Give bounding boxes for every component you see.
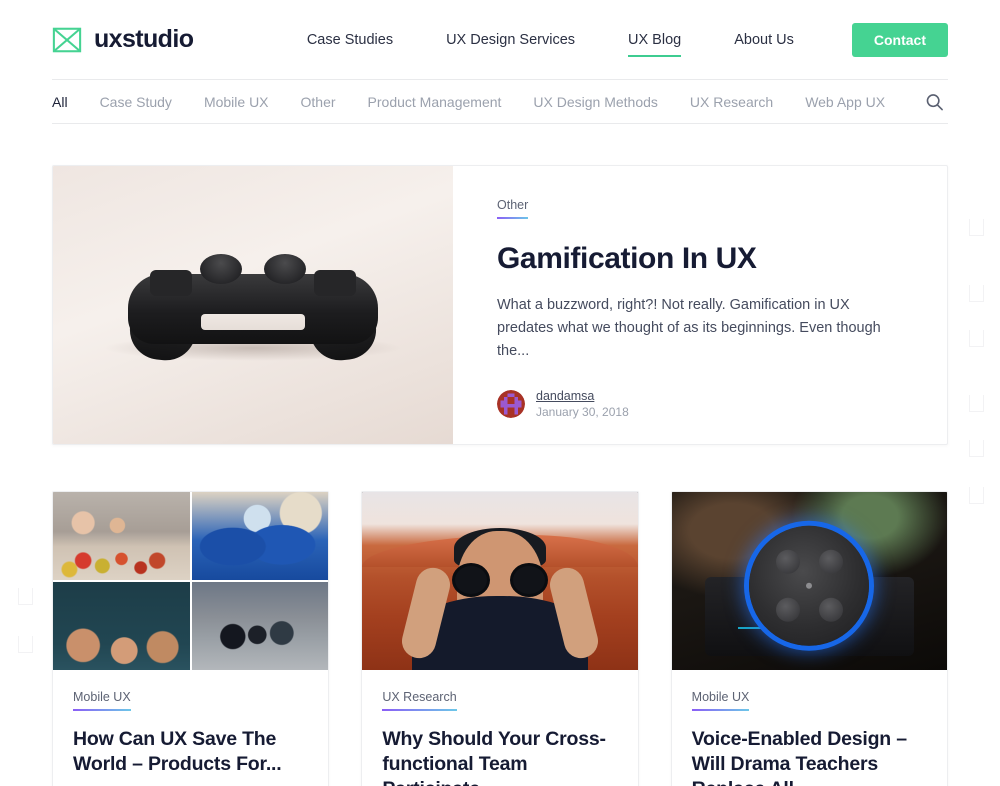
uxstudio-envelope-mark-icon xyxy=(52,27,82,52)
binoculars-illustration xyxy=(362,492,638,670)
post-title[interactable]: Voice-Enabled Design – Will Drama Teache… xyxy=(692,727,927,786)
post-image xyxy=(362,492,638,670)
nav-item-ux-blog[interactable]: UX Blog xyxy=(628,26,682,57)
game-controller-illustration xyxy=(126,248,380,364)
post-card[interactable]: Mobile UX Voice-Enabled Design – Will Dr… xyxy=(670,491,948,786)
post-body: Mobile UX How Can UX Save The World – Pr… xyxy=(53,670,328,786)
post-category-tag[interactable]: UX Research xyxy=(382,690,457,711)
search-button[interactable] xyxy=(921,88,948,115)
post-body: UX Research Why Should Your Cross-functi… xyxy=(362,670,637,786)
brand-name: uxstudio xyxy=(94,25,194,53)
post-title[interactable]: How Can UX Save The World – Products For… xyxy=(73,727,308,777)
featured-article-title[interactable]: Gamification In UX xyxy=(497,241,903,277)
nav-item-case-studies[interactable]: Case Studies xyxy=(307,26,393,54)
featured-article-byline: dandamsa January 30, 2018 xyxy=(497,388,903,421)
filter-item-all[interactable]: All xyxy=(52,94,68,110)
featured-article-image xyxy=(53,166,453,444)
avatar xyxy=(497,390,525,419)
post-image xyxy=(53,492,329,670)
brand-logo-link[interactable]: uxstudio xyxy=(52,25,194,55)
post-category-tag[interactable]: Mobile UX xyxy=(691,690,750,711)
featured-article-excerpt: What a buzzword, right?! Not really. Gam… xyxy=(497,297,881,360)
site-header: uxstudio Case Studies UX Design Services… xyxy=(0,0,1000,79)
main-content: Other Gamification In UX What a buzzword… xyxy=(0,165,1000,786)
contact-button[interactable]: Contact xyxy=(851,22,948,57)
post-title[interactable]: Why Should Your Cross-functional Team Pa… xyxy=(382,727,617,786)
featured-article-card[interactable]: Other Gamification In UX What a buzzword… xyxy=(52,165,948,445)
featured-article-body: Other Gamification In UX What a buzzword… xyxy=(453,166,947,444)
featured-publish-date: January 30, 2018 xyxy=(536,405,629,420)
category-filter-section: All Case Study Mobile UX Other Product M… xyxy=(0,79,1000,124)
featured-author-name[interactable]: dandamsa xyxy=(536,388,629,405)
search-icon xyxy=(926,93,943,110)
filter-item-other[interactable]: Other xyxy=(301,94,336,110)
filter-item-web-app-ux[interactable]: Web App UX xyxy=(805,94,885,110)
post-category-tag[interactable]: Mobile UX xyxy=(73,690,131,711)
filter-item-ux-research[interactable]: UX Research xyxy=(690,94,773,110)
post-body: Mobile UX Voice-Enabled Design – Will Dr… xyxy=(672,670,947,786)
filter-item-ux-design-methods[interactable]: UX Design Methods xyxy=(533,94,658,110)
photo-collage-illustration xyxy=(53,492,329,670)
post-image xyxy=(671,492,947,670)
filter-item-mobile-ux[interactable]: Mobile UX xyxy=(204,94,269,110)
post-grid: Mobile UX How Can UX Save The World – Pr… xyxy=(52,491,948,786)
post-card[interactable]: Mobile UX How Can UX Save The World – Pr… xyxy=(52,491,330,786)
filter-item-product-management[interactable]: Product Management xyxy=(368,94,502,110)
post-card[interactable]: UX Research Why Should Your Cross-functi… xyxy=(361,491,639,786)
nav-item-about-us[interactable]: About Us xyxy=(734,26,794,54)
main-navigation: Case Studies UX Design Services UX Blog … xyxy=(307,22,948,57)
featured-category-tag[interactable]: Other xyxy=(497,198,529,219)
category-filter-bar: All Case Study Mobile UX Other Product M… xyxy=(52,79,948,124)
filter-item-case-study[interactable]: Case Study xyxy=(100,94,172,110)
smart-speaker-illustration xyxy=(671,492,947,670)
nav-item-ux-design-services[interactable]: UX Design Services xyxy=(446,26,575,54)
